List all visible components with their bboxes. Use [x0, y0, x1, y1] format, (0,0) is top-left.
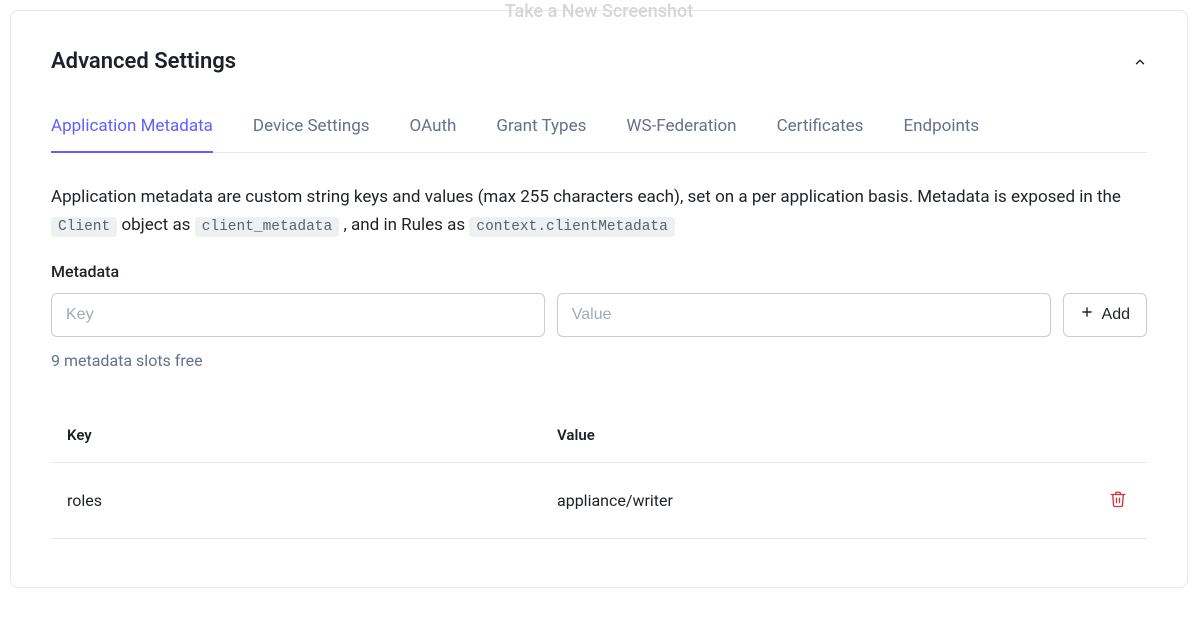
table-cell-key: roles [67, 491, 557, 510]
tab-oauth[interactable]: OAuth [410, 116, 457, 152]
desc-text-2: object as [121, 215, 194, 235]
tab-grant-types[interactable]: Grant Types [496, 116, 586, 152]
code-client-metadata: client_metadata [195, 217, 340, 237]
card-header-row: Advanced Settings [51, 49, 1147, 74]
tab-endpoints[interactable]: Endpoints [903, 116, 979, 152]
delete-row-button[interactable] [1105, 485, 1131, 516]
table-header-key: Key [67, 426, 557, 444]
metadata-input-row: Add [51, 293, 1147, 337]
code-context-client-metadata: context.clientMetadata [469, 217, 674, 237]
description-text: Application metadata are custom string k… [51, 183, 1147, 240]
metadata-key-input[interactable] [51, 293, 545, 337]
tabs-nav: Application Metadata Device Settings OAu… [51, 116, 1147, 153]
advanced-settings-card: Take a New Screenshot Advanced Settings … [10, 10, 1188, 588]
screenshot-hint-text: Take a New Screenshot [505, 1, 694, 22]
desc-text-3: , and in Rules as [343, 215, 469, 235]
trash-icon [1109, 489, 1127, 512]
desc-text-1: Application metadata are custom string k… [51, 187, 1121, 207]
metadata-value-input[interactable] [557, 293, 1051, 337]
tab-ws-federation[interactable]: WS-Federation [626, 116, 736, 152]
tab-certificates[interactable]: Certificates [777, 116, 864, 152]
page-title: Advanced Settings [51, 49, 236, 74]
table-cell-value: appliance/writer [557, 491, 1091, 510]
code-client: Client [51, 217, 117, 237]
table-header-value: Value [557, 426, 1091, 444]
tab-application-metadata[interactable]: Application Metadata [51, 116, 213, 152]
chevron-up-icon[interactable] [1133, 55, 1147, 69]
metadata-section-label: Metadata [51, 262, 1147, 281]
slots-remaining-text: 9 metadata slots free [51, 351, 1147, 370]
add-button-label: Add [1102, 306, 1130, 324]
plus-icon [1080, 305, 1094, 324]
table-row: roles appliance/writer [51, 463, 1147, 539]
table-header-row: Key Value [51, 408, 1147, 463]
tab-device-settings[interactable]: Device Settings [253, 116, 370, 152]
metadata-table: Key Value roles appliance/writer [51, 408, 1147, 539]
add-button[interactable]: Add [1063, 293, 1147, 337]
